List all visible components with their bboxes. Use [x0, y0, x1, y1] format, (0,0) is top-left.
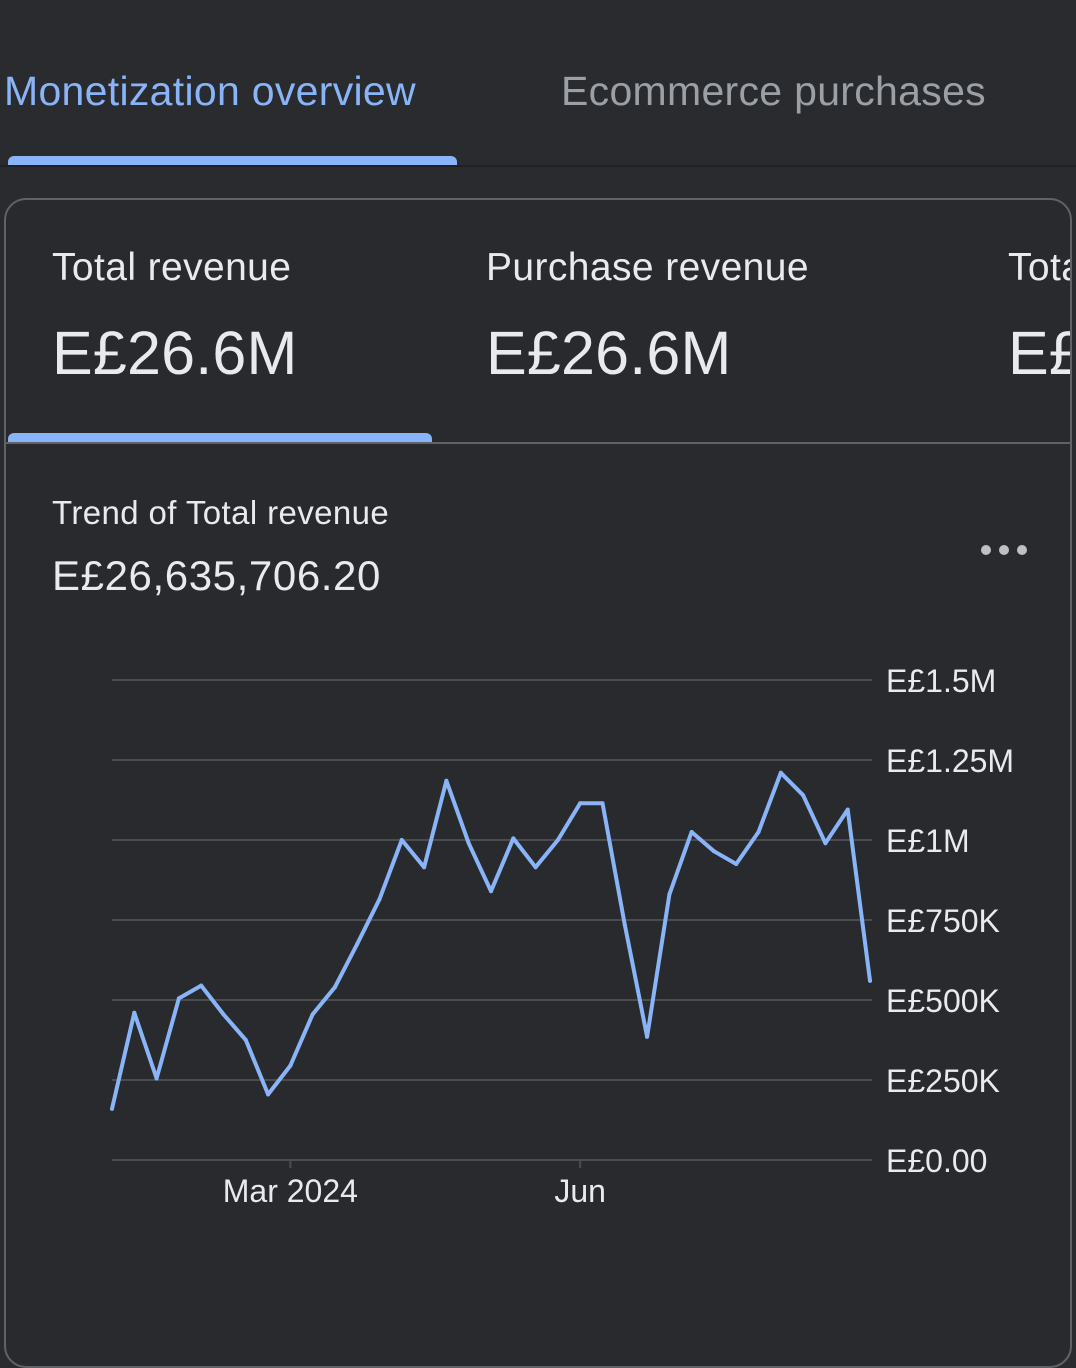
- chart-x-axis: Mar 2024 Jun: [223, 1160, 606, 1209]
- chart-y-axis-labels: E£0.00 E£250K E£500K E£750K E£1M E£1.25M E£1.5…: [886, 663, 1014, 1179]
- data-point: [176, 996, 181, 1001]
- data-point: [444, 778, 449, 783]
- data-point: [578, 801, 583, 806]
- data-point: [555, 838, 560, 842]
- x-tick-label: Jun: [554, 1173, 606, 1209]
- data-point: [734, 862, 739, 866]
- x-tick-label: Mar 2024: [223, 1173, 358, 1209]
- revenue-card: Total revenue E£26.6M Purchase revenue E…: [4, 198, 1072, 1368]
- data-point: [310, 1012, 315, 1017]
- chart-gridlines: [112, 679, 872, 1161]
- tab-monetization-overview[interactable]: Monetization overview: [4, 68, 416, 115]
- data-point: [711, 849, 716, 854]
- data-point: [243, 1038, 248, 1042]
- y-tick-label: E£1M: [886, 823, 970, 859]
- data-point: [511, 836, 516, 841]
- chart-series: [110, 770, 872, 1111]
- data-point: [622, 922, 627, 927]
- y-tick-label: E£0.00: [886, 1143, 987, 1179]
- data-point: [132, 1010, 137, 1015]
- data-point: [221, 1012, 226, 1017]
- data-point: [266, 1092, 271, 1097]
- y-tick-label: E£1.5M: [886, 663, 996, 699]
- y-tick-label: E£750K: [886, 903, 1000, 939]
- data-point: [801, 793, 806, 798]
- data-point: [377, 897, 382, 902]
- tab-bar: Monetization overview Ecommerce purchase…: [0, 0, 1076, 167]
- data-point: [355, 942, 360, 946]
- data-point: [288, 1063, 293, 1068]
- data-point: [533, 865, 538, 870]
- data-point: [154, 1076, 159, 1081]
- data-point: [689, 830, 694, 834]
- data-point: [489, 889, 493, 894]
- data-point: [868, 978, 872, 983]
- data-point: [667, 892, 672, 897]
- data-point: [600, 801, 605, 806]
- data-point: [466, 841, 471, 846]
- data-point: [422, 865, 427, 870]
- data-point: [756, 830, 761, 834]
- y-tick-label: E£250K: [886, 1063, 1000, 1099]
- tabs-divider: [0, 165, 1076, 167]
- tab-ecommerce-purchases[interactable]: Ecommerce purchases: [561, 68, 986, 115]
- data-point: [332, 985, 337, 990]
- series-line-total-revenue: [110, 770, 872, 1111]
- data-point: [845, 807, 850, 812]
- trend-line-chart: E£0.00 E£250K E£500K E£750K E£1M E£1.25M E£1.5…: [110, 663, 1014, 1209]
- data-point: [823, 841, 828, 846]
- data-point: [110, 1106, 114, 1111]
- data-point: [199, 983, 204, 988]
- y-tick-label: E£500K: [886, 983, 1000, 1019]
- data-point: [399, 838, 404, 842]
- y-tick-label: E£1.25M: [886, 743, 1014, 779]
- data-point: [778, 770, 783, 775]
- data-point: [645, 1034, 650, 1039]
